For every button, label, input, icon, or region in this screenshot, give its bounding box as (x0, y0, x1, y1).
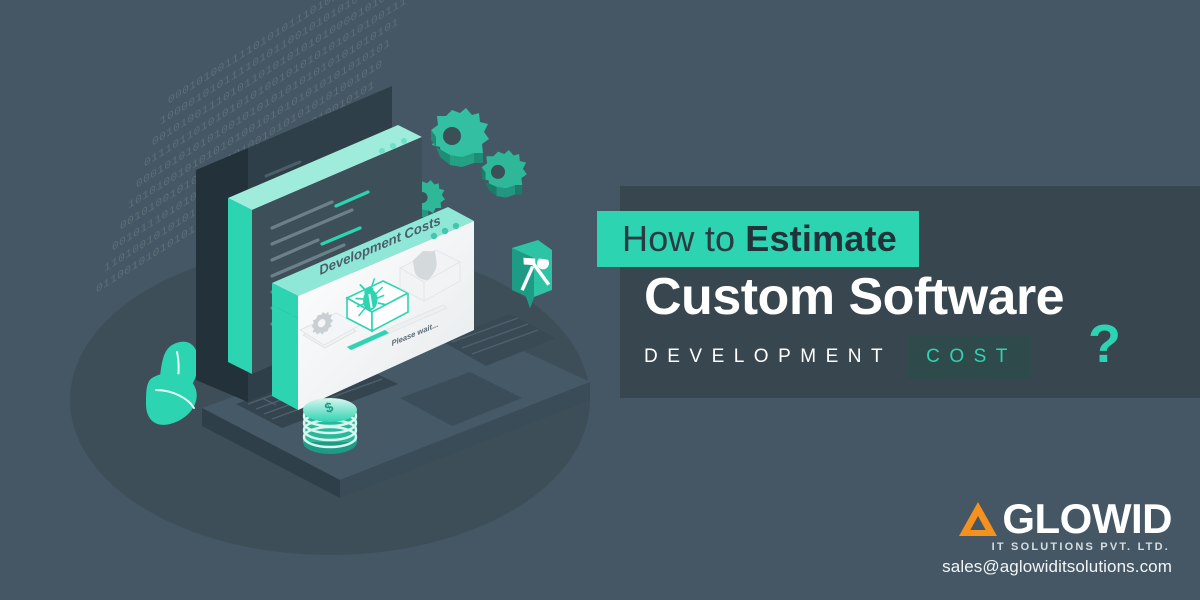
logo-row: GLOWID (900, 498, 1172, 540)
logo-tagline: IT SOLUTIONS PVT. LTD. (991, 541, 1170, 553)
illustration: 0001010011110101011101010001010100111 10… (70, 0, 590, 555)
subline-word: DEVELOPMENT (644, 346, 893, 367)
banner-root: 0001010011110101011101010001010100111 10… (0, 0, 1200, 600)
logo-wordmark: GLOWID (1002, 495, 1172, 542)
eyebrow-light-text: How to (622, 218, 736, 259)
coins-stack-icon: $ (302, 398, 358, 454)
gears-cluster-icon (408, 108, 527, 218)
subline: DEVELOPMENT COST (644, 335, 1031, 379)
eyebrow-bold-text: Estimate (745, 218, 897, 259)
triangle-a-icon (959, 502, 998, 536)
logo-email[interactable]: sales@aglowiditsolutions.com (900, 557, 1172, 577)
logo-block[interactable]: GLOWID IT SOLUTIONS PVT. LTD. sales@aglo… (900, 498, 1172, 577)
cost-highlight-box: COST (908, 335, 1031, 379)
page-title: Custom Software (644, 268, 1065, 326)
question-mark: ? (1088, 314, 1121, 374)
cost-word: COST (926, 346, 1017, 367)
eyebrow-highlight: How to Estimate (597, 211, 919, 267)
